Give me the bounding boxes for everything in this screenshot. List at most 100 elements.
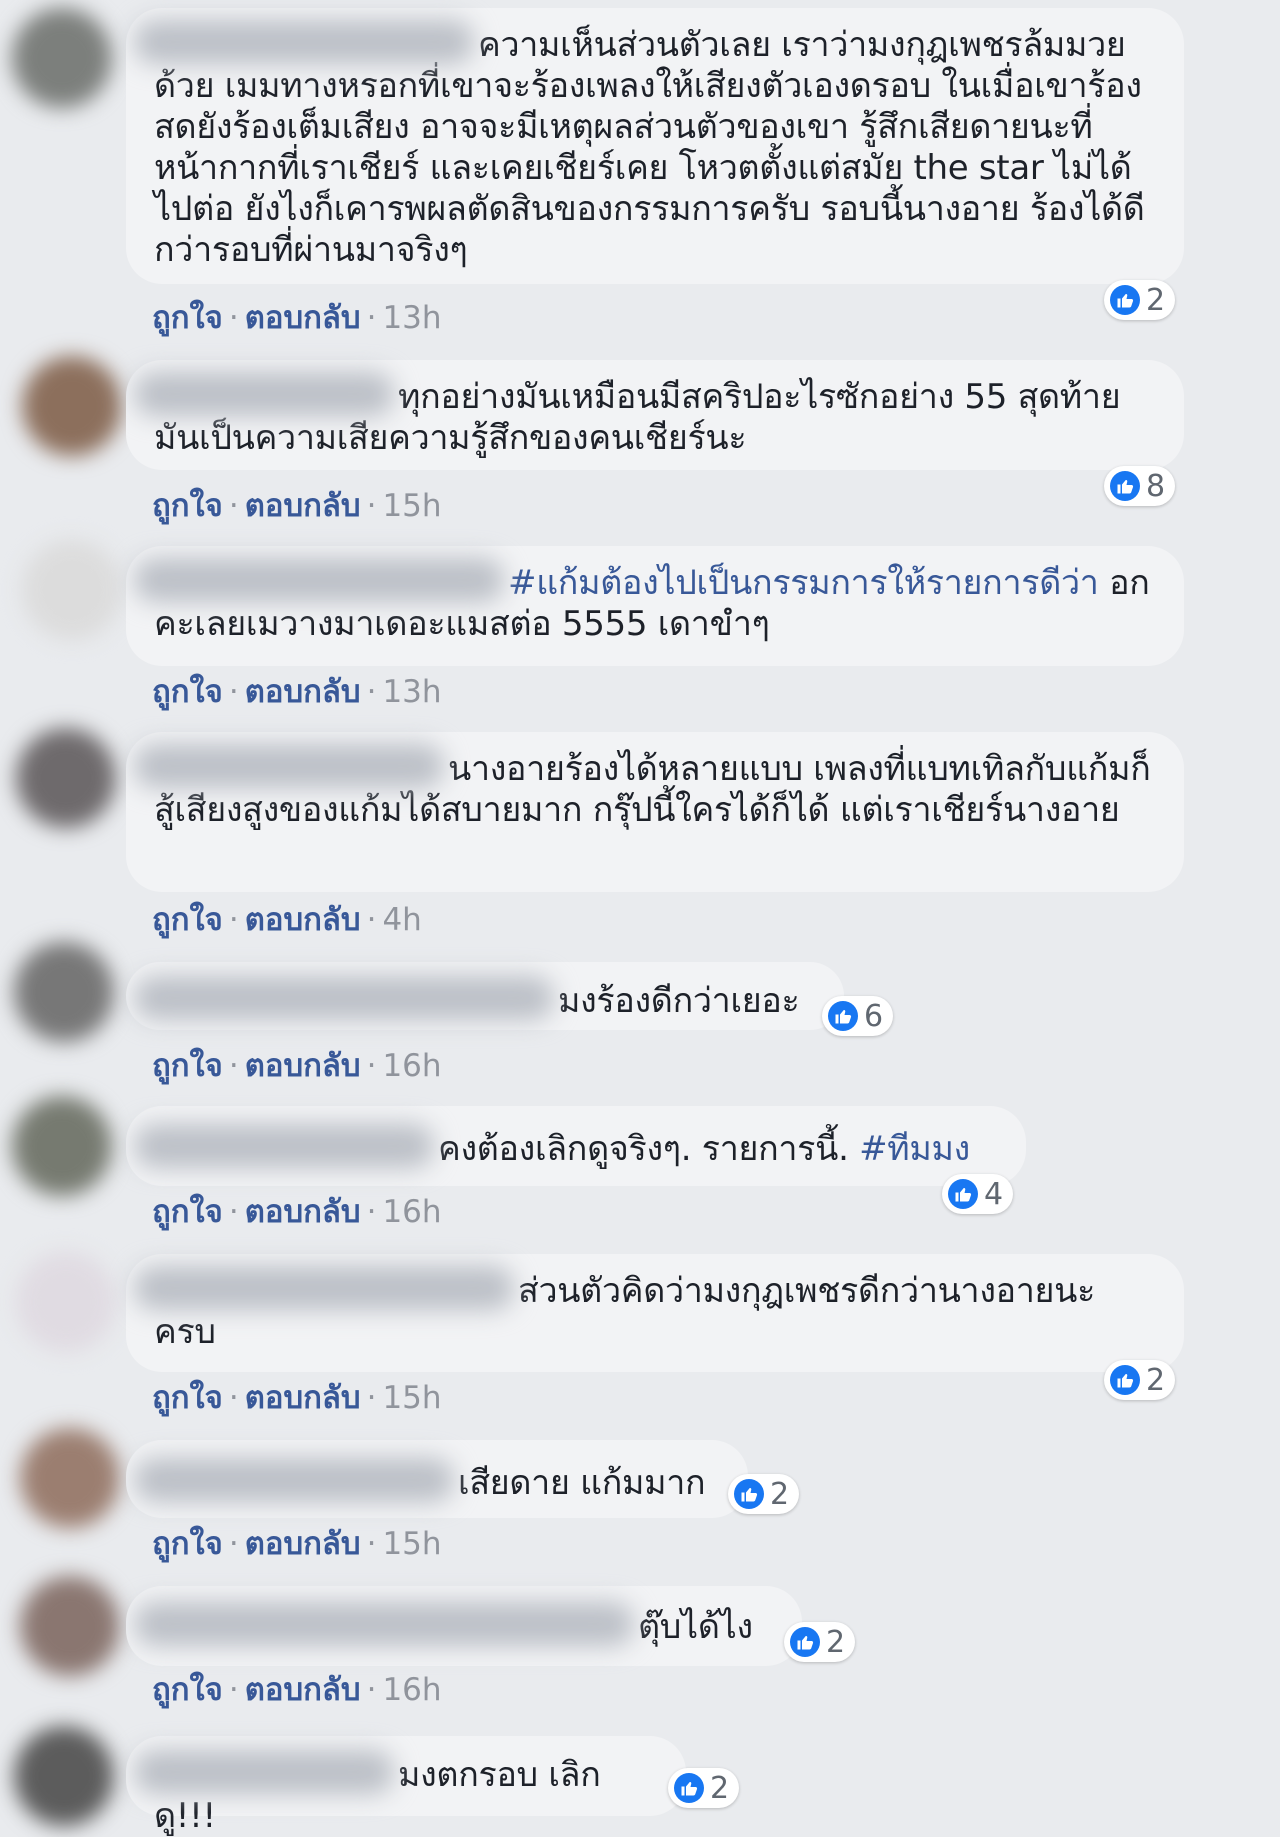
reply-link[interactable]: ตอบกลับ [245,1048,361,1084]
like-icon [790,1627,820,1657]
timestamp[interactable]: 4h [382,902,421,938]
like-link[interactable]: ถูกใจ [152,300,223,336]
comment-bubble: #แก้มต้องไปเป็นกรรมการให้รายการดีว่า อกค… [126,546,1184,666]
timestamp[interactable]: 16h [382,1672,441,1708]
like-icon [1110,471,1140,501]
separator-dot: · [228,1672,239,1708]
hashtag-link[interactable]: #ทีมมง [859,1129,970,1169]
like-link[interactable]: ถูกใจ [152,1672,223,1708]
reaction-count[interactable]: 2 [1104,1360,1176,1400]
comment-text-wrap: นางอายร้องได้หลายแบบ เพลงที่แบทเทิลกับแก… [134,744,1156,831]
commenter-name[interactable] [134,1602,634,1646]
like-count: 6 [864,998,884,1034]
comment-bubble: นางอายร้องได้หลายแบบ เพลงที่แบทเทิลกับแก… [126,732,1184,892]
avatar[interactable] [16,1252,116,1352]
avatar[interactable] [14,942,114,1042]
commenter-name[interactable] [134,20,474,64]
separator-dot: · [228,1048,239,1084]
separator-dot: · [366,1194,377,1230]
comment-text-wrap: มงร้องดีกว่าเยอะ [134,976,816,1022]
like-link[interactable]: ถูกใจ [152,488,223,524]
comment-actions: ถูกใจ · ตอบกลับ · 15h [152,1518,442,1568]
separator-dot: · [366,674,377,710]
comment-text-wrap: คงต้องเลิกดูจริงๆ. รายการนี้. #ทีมมง [134,1124,998,1170]
reply-link[interactable]: ตอบกลับ [245,1526,361,1562]
timestamp[interactable]: 15h [382,1380,441,1416]
like-icon [674,1773,704,1803]
like-link[interactable]: ถูกใจ [152,902,223,938]
reaction-count[interactable]: 8 [1104,466,1176,506]
reaction-count[interactable]: 2 [668,1768,740,1808]
timestamp[interactable]: 15h [382,488,441,524]
like-icon [1110,1365,1140,1395]
reaction-count[interactable]: 6 [822,996,894,1036]
reply-link[interactable]: ตอบกลับ [245,1194,361,1230]
avatar[interactable] [12,1096,112,1196]
commenter-name[interactable] [134,372,394,416]
commenter-name[interactable] [134,976,554,1020]
reply-link[interactable]: ตอบกลับ [245,488,361,524]
commenter-name[interactable] [134,1266,514,1310]
separator-dot: · [366,902,377,938]
comment-text-wrap: ความเห็นส่วนตัวเลย เราว่ามงกุฎเพชรล้มมวย… [134,20,1156,271]
like-link[interactable]: ถูกใจ [152,1526,223,1562]
separator-dot: · [228,300,239,336]
avatar[interactable] [16,728,116,828]
commenter-name[interactable] [134,558,504,602]
like-count: 4 [984,1176,1004,1212]
timestamp[interactable]: 13h [382,674,441,710]
reaction-count[interactable]: 2 [784,1622,856,1662]
like-icon [948,1179,978,1209]
hashtag-link[interactable]: #แก้มต้องไปเป็นกรรมการให้รายการดีว่า [508,563,1099,603]
separator-dot: · [228,902,239,938]
separator-dot: · [366,1048,377,1084]
avatar[interactable] [20,1576,120,1676]
avatar[interactable] [20,1428,120,1528]
comment-text-wrap: ทุกอย่างมันเหมือนมีสคริปอะไรซักอย่าง 55 … [134,372,1156,459]
timestamp[interactable]: 15h [382,1526,441,1562]
reply-link[interactable]: ตอบกลับ [245,1380,361,1416]
avatar[interactable] [22,540,122,640]
comment-bubble: คงต้องเลิกดูจริงๆ. รายการนี้. #ทีมมง [126,1106,1026,1186]
comment-text-wrap: ส่วนตัวคิดว่ามงกุฎเพชรดีกว่านางอายนะครบ [134,1266,1156,1353]
commenter-name[interactable] [134,1458,454,1502]
like-link[interactable]: ถูกใจ [152,1048,223,1084]
comment-text-wrap: มงตกรอบ เลิกดู!!! [134,1750,658,1837]
timestamp[interactable]: 13h [382,300,441,336]
timestamp[interactable]: 16h [382,1194,441,1230]
avatar[interactable] [12,8,112,108]
like-icon [734,1479,764,1509]
comment-bubble: มงตกรอบ เลิกดู!!! [126,1736,686,1836]
separator-dot: · [366,1380,377,1416]
separator-dot: · [228,1380,239,1416]
like-link[interactable]: ถูกใจ [152,1194,223,1230]
separator-dot: · [228,674,239,710]
like-count: 2 [710,1770,730,1806]
comment-text-wrap: #แก้มต้องไปเป็นกรรมการให้รายการดีว่า อกค… [134,558,1156,645]
avatar[interactable] [22,356,122,456]
commenter-name[interactable] [134,1124,434,1168]
like-link[interactable]: ถูกใจ [152,674,223,710]
comment-text-wrap: เสียดาย แก้มมาก [134,1458,720,1504]
reply-link[interactable]: ตอบกลับ [245,902,361,938]
like-count: 2 [1146,282,1166,318]
reaction-count[interactable]: 4 [942,1174,1014,1214]
comment-actions: ถูกใจ · ตอบกลับ · 15h [152,1372,442,1422]
separator-dot: · [228,488,239,524]
comment-actions: ถูกใจ · ตอบกลับ · 4h [152,894,422,944]
reply-link[interactable]: ตอบกลับ [245,674,361,710]
comment-bubble: ทุกอย่างมันเหมือนมีสคริปอะไรซักอย่าง 55 … [126,360,1184,470]
comment-bubble: ความเห็นส่วนตัวเลย เราว่ามงกุฎเพชรล้มมวย… [126,8,1184,284]
comment-text: เสียดาย แก้มมาก [458,1463,706,1503]
avatar[interactable] [14,1726,114,1826]
comment-actions: ถูกใจ · ตอบกลับ · 13h [152,666,442,716]
reply-link[interactable]: ตอบกลับ [245,1672,361,1708]
commenter-name[interactable] [134,1750,394,1794]
timestamp[interactable]: 16h [382,1048,441,1084]
reaction-count[interactable]: 2 [728,1474,800,1514]
reaction-count[interactable]: 2 [1104,280,1176,320]
reply-link[interactable]: ตอบกลับ [245,300,361,336]
like-link[interactable]: ถูกใจ [152,1380,223,1416]
commenter-name[interactable] [134,744,444,788]
comment-bubble: มงร้องดีกว่าเยอะ [126,962,844,1030]
